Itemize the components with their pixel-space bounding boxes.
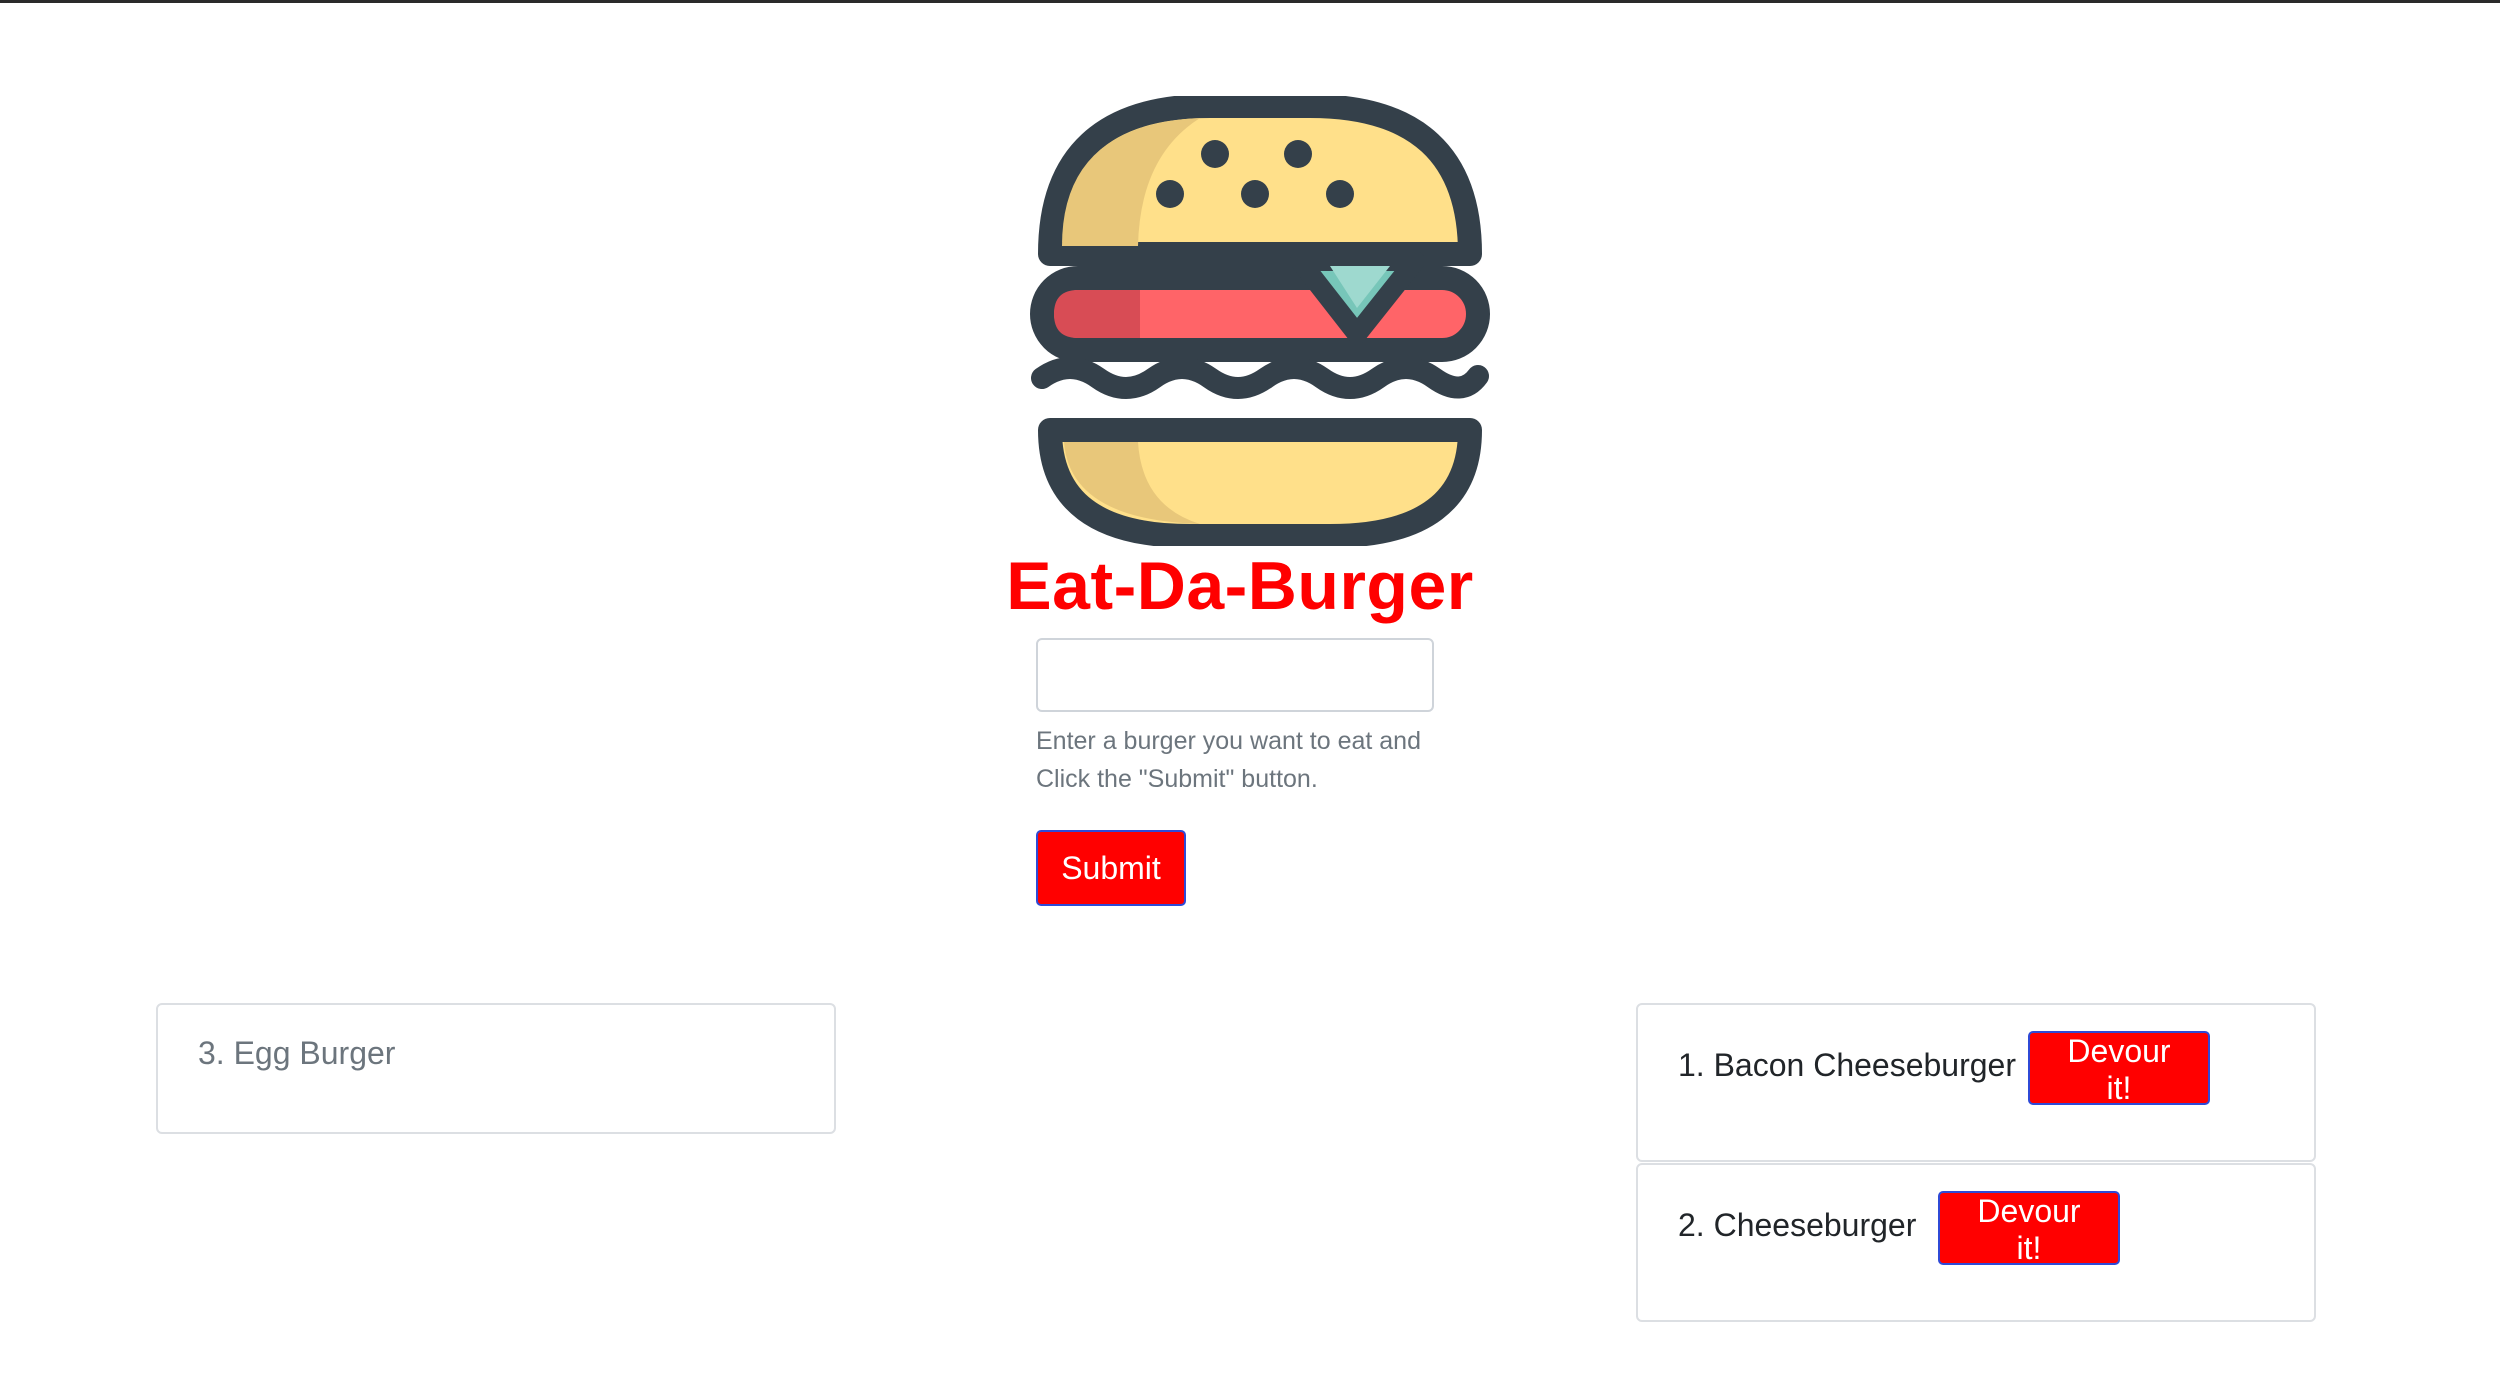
- devoured-burger-card: 3. Egg Burger: [156, 1003, 836, 1134]
- input-help-text: Enter a burger you want to eat and Click…: [1036, 727, 1421, 793]
- burger-card: 1. Bacon Cheeseburger Devour it!: [1636, 1003, 2316, 1162]
- burger-card: 2. Cheeseburger Devour it!: [1636, 1163, 2316, 1322]
- devour-button[interactable]: Devour it!: [1938, 1191, 2120, 1266]
- devoured-burger-label: 3. Egg Burger: [198, 1035, 396, 1071]
- devour-button[interactable]: Devour it!: [2028, 1031, 2210, 1106]
- top-border: [0, 0, 2500, 3]
- burger-name-input[interactable]: [1036, 638, 1434, 712]
- burger-label: 2. Cheeseburger: [1678, 1207, 1917, 1243]
- submit-button[interactable]: Submit: [1036, 830, 1186, 906]
- burger-logo-icon: [1030, 96, 1490, 546]
- page-title: Eat-Da-Burger: [1006, 548, 1474, 624]
- burger-label: 1. Bacon Cheeseburger: [1678, 1047, 2016, 1083]
